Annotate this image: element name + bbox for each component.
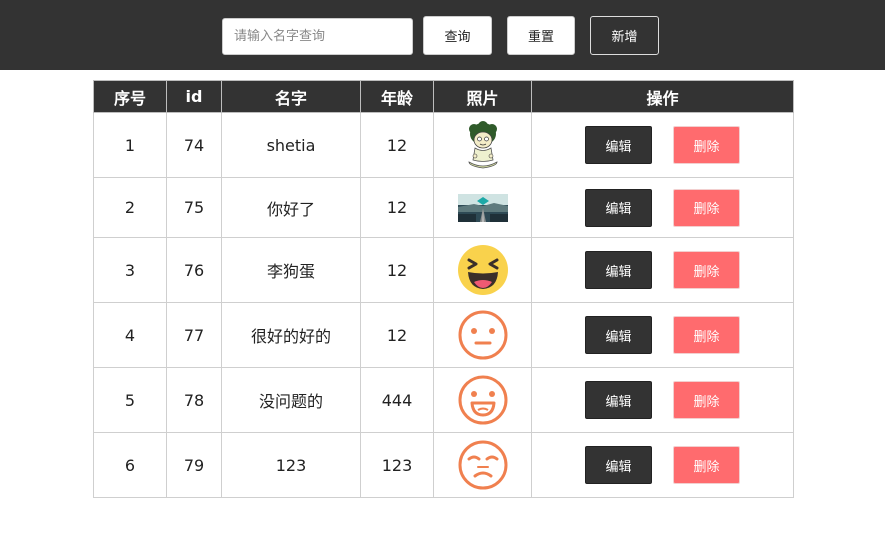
table-row: 4 77 很好的好的 12 编辑 删除 — [93, 302, 794, 368]
cell-actions: 编辑 删除 — [531, 237, 794, 303]
smiling-face-icon — [458, 375, 507, 425]
cell-index: 3 — [93, 237, 167, 303]
cell-age: 12 — [360, 237, 434, 303]
column-header-age: 年龄 — [360, 80, 434, 113]
cell-id: 78 — [166, 367, 222, 433]
cell-photo — [433, 112, 532, 178]
cell-age: 12 — [360, 112, 434, 178]
search-input[interactable] — [222, 18, 413, 55]
column-header-actions: 操作 — [531, 80, 794, 113]
edit-button[interactable]: 编辑 — [585, 446, 652, 484]
cell-actions: 编辑 删除 — [531, 177, 794, 238]
frowning-face-icon — [458, 440, 507, 490]
cell-age: 444 — [360, 367, 434, 433]
top-toolbar: 查询 重置 新增 — [0, 0, 885, 70]
reset-button[interactable]: 重置 — [507, 16, 575, 55]
cell-name: 你好了 — [221, 177, 361, 238]
table-row: 5 78 没问题的 444 编辑 删除 — [93, 367, 794, 433]
delete-button[interactable]: 删除 — [673, 316, 740, 354]
column-header-id: id — [166, 80, 222, 113]
edit-button[interactable]: 编辑 — [585, 251, 652, 289]
edit-button[interactable]: 编辑 — [585, 126, 652, 164]
edit-button[interactable]: 编辑 — [585, 188, 652, 227]
column-header-index: 序号 — [93, 80, 167, 113]
cell-name: 没问题的 — [221, 367, 361, 433]
neutral-face-icon — [458, 310, 507, 360]
cell-index: 1 — [93, 112, 167, 178]
cell-name: 123 — [221, 432, 361, 498]
cell-id: 77 — [166, 302, 222, 368]
edit-button[interactable]: 编辑 — [585, 316, 652, 354]
cell-id: 75 — [166, 177, 222, 238]
edit-button[interactable]: 编辑 — [585, 381, 652, 419]
cell-photo — [433, 237, 532, 303]
cell-actions: 编辑 删除 — [531, 302, 794, 368]
cell-age: 12 — [360, 177, 434, 238]
cell-actions: 编辑 删除 — [531, 112, 794, 178]
cell-name: 很好的好的 — [221, 302, 361, 368]
table-header-row: 序号 id 名字 年龄 照片 操作 — [93, 80, 794, 113]
column-header-name: 名字 — [221, 80, 361, 113]
cell-index: 4 — [93, 302, 167, 368]
cell-name: 李狗蛋 — [221, 237, 361, 303]
landscape-road-icon — [457, 193, 508, 222]
cell-id: 79 — [166, 432, 222, 498]
cell-photo — [433, 367, 532, 433]
cell-age: 123 — [360, 432, 434, 498]
cell-id: 74 — [166, 112, 222, 178]
table-row: 3 76 李狗蛋 12 编辑 删除 — [93, 237, 794, 303]
cell-photo — [433, 432, 532, 498]
table-row: 6 79 123 123 编辑 删除 — [93, 432, 794, 498]
cartoon-boy-meditating-icon — [468, 121, 497, 169]
cell-age: 12 — [360, 302, 434, 368]
cell-actions: 编辑 删除 — [531, 367, 794, 433]
query-button[interactable]: 查询 — [423, 16, 492, 55]
delete-button[interactable]: 删除 — [673, 126, 740, 164]
delete-button[interactable]: 删除 — [673, 251, 740, 289]
cell-index: 5 — [93, 367, 167, 433]
cell-photo — [433, 177, 532, 238]
delete-button[interactable]: 删除 — [673, 381, 740, 419]
user-table: 序号 id 名字 年龄 照片 操作 1 74 shetia 12 编辑 删除 2… — [93, 80, 794, 498]
column-header-photo: 照片 — [433, 80, 532, 113]
laughing-emoji-icon — [457, 245, 508, 295]
cell-photo — [433, 302, 532, 368]
cell-actions: 编辑 删除 — [531, 432, 794, 498]
add-button[interactable]: 新增 — [590, 16, 659, 55]
table-row: 1 74 shetia 12 编辑 删除 — [93, 112, 794, 178]
delete-button[interactable]: 删除 — [673, 446, 740, 484]
cell-id: 76 — [166, 237, 222, 303]
cell-index: 2 — [93, 177, 167, 238]
delete-button[interactable]: 删除 — [673, 188, 740, 227]
cell-index: 6 — [93, 432, 167, 498]
table-row: 2 75 你好了 12 编辑 删除 — [93, 177, 794, 238]
cell-name: shetia — [221, 112, 361, 178]
